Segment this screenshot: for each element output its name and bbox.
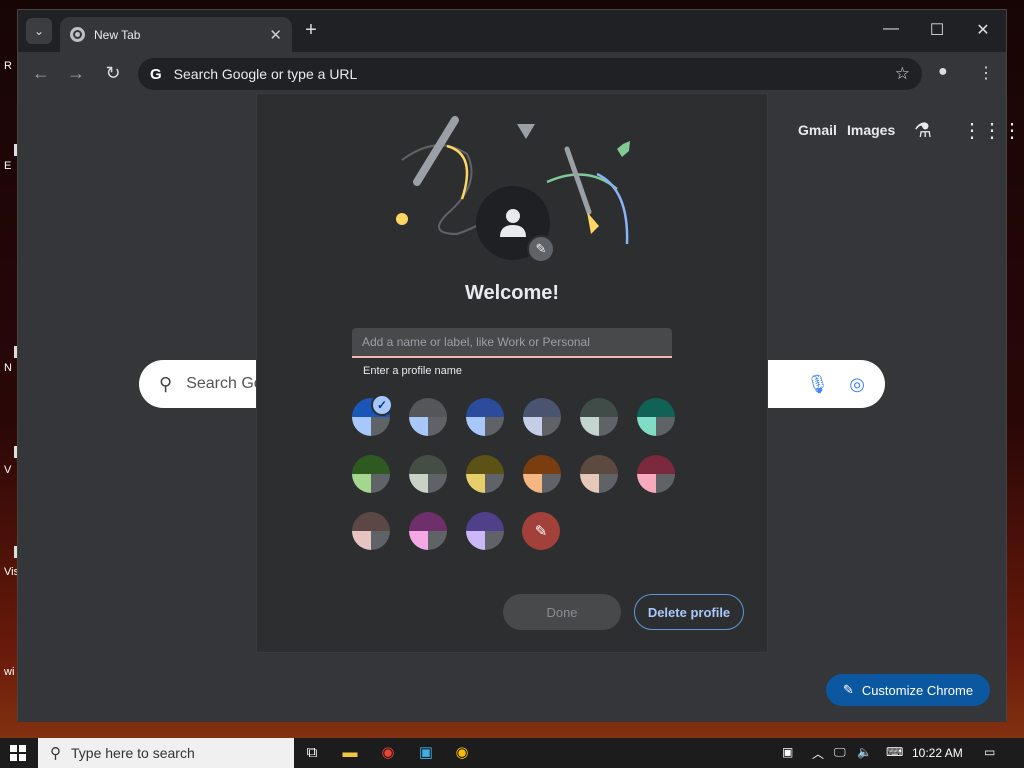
back-button[interactable]: ← <box>30 63 52 84</box>
done-button[interactable]: Done <box>503 594 621 630</box>
taskbar-search-placeholder: Type here to search <box>71 745 195 761</box>
color-swatch[interactable] <box>409 512 447 550</box>
apps-grid-icon[interactable]: ⋮⋮⋮ <box>962 118 1022 143</box>
customize-label: Customize Chrome <box>861 682 974 698</box>
eyedropper-icon: ✎ <box>534 523 548 540</box>
chrome-icon <box>70 27 85 42</box>
images-link[interactable]: Images <box>847 122 895 138</box>
pencil-icon: ✎ <box>535 241 547 256</box>
color-swatch[interactable] <box>409 398 447 436</box>
close-window-button[interactable]: ✕ <box>968 20 998 40</box>
minimize-button[interactable]: — <box>876 20 906 38</box>
color-swatch[interactable] <box>580 455 618 493</box>
profile-icon[interactable]: ● <box>938 63 948 81</box>
color-swatch[interactable] <box>580 398 618 436</box>
notification-icon[interactable]: ▭ <box>984 745 995 759</box>
edit-avatar-button[interactable]: ✎ <box>527 235 555 263</box>
task-view-icon[interactable]: ⧉ <box>302 743 322 763</box>
person-icon <box>500 209 526 237</box>
keyboard-icon[interactable]: ⌨ <box>886 745 903 759</box>
menu-icon[interactable]: ⋮ <box>978 63 994 83</box>
desktop-label: wi <box>4 666 15 678</box>
omnibox-placeholder: Search Google or type a URL <box>173 66 358 82</box>
google-icon: G <box>150 65 162 83</box>
tab-search-button[interactable]: ⌄ <box>26 18 52 44</box>
custom-color-picker-button[interactable]: ✎ <box>522 512 560 550</box>
new-tab-button[interactable]: + <box>300 19 322 42</box>
color-swatch[interactable] <box>352 512 390 550</box>
toolbar: ← → ↻ G Search Google or type a URL ☆ ● … <box>18 52 1006 96</box>
customize-chrome-button[interactable]: ✎ Customize Chrome <box>826 674 990 706</box>
chrome-taskbar-icon[interactable]: ◉ <box>378 743 398 763</box>
app-taskbar-icon[interactable]: ▣ <box>416 743 436 763</box>
pencil-icon: ✎ <box>842 682 854 697</box>
search-icon: ⚲ <box>50 745 61 762</box>
color-swatch[interactable] <box>637 455 675 493</box>
desktop-label: V <box>4 464 12 476</box>
taskbar: ⚲ Type here to search ⧉ ▬ ◉ ▣ ◉ ▣ ︿ 🖵 🔈 … <box>0 738 1024 768</box>
color-swatch[interactable] <box>523 398 561 436</box>
color-swatch[interactable] <box>466 512 504 550</box>
reload-button[interactable]: ↻ <box>102 63 124 84</box>
labs-flask-icon[interactable]: ⚗ <box>914 118 932 143</box>
tab-new-tab[interactable]: New Tab ✕ <box>60 17 292 52</box>
search-icon: ⚲ <box>159 373 173 394</box>
windows-start-icon[interactable] <box>10 745 26 761</box>
color-swatch[interactable] <box>466 398 504 436</box>
delete-profile-button[interactable]: Delete profile <box>634 594 744 630</box>
color-swatch[interactable] <box>352 455 390 493</box>
tab-strip: ⌄ New Tab ✕ + — ☐ ✕ <box>18 10 1006 52</box>
selected-check-icon: ✓ <box>371 394 393 416</box>
ntp-search-placeholder: Search Go <box>186 375 263 392</box>
dialog-title: Welcome! <box>464 282 560 304</box>
tray-app-icon[interactable]: ▣ <box>782 745 793 759</box>
color-swatch[interactable] <box>637 398 675 436</box>
color-swatch[interactable] <box>523 455 561 493</box>
profile-name-helper: Enter a profile name <box>363 365 463 377</box>
profile-setup-dialog: ✎ Welcome! Enter a profile name ✓ ✎ Done… <box>256 93 768 653</box>
forward-button[interactable]: → <box>65 63 87 84</box>
chrome-canary-taskbar-icon[interactable]: ◉ <box>452 743 472 763</box>
omnibox[interactable]: G Search Google or type a URL ☆ <box>138 58 922 90</box>
close-icon[interactable]: ✕ <box>269 26 282 44</box>
chevron-down-icon: ⌄ <box>33 24 45 38</box>
file-explorer-icon[interactable]: ▬ <box>340 743 360 763</box>
maximize-button[interactable]: ☐ <box>922 20 952 40</box>
clock[interactable]: 10:22 AM <box>912 746 963 760</box>
color-swatch[interactable] <box>466 455 504 493</box>
desktop-label: R <box>4 60 12 72</box>
color-swatch[interactable] <box>409 455 447 493</box>
microphone-icon[interactable]: 🎙 <box>806 374 829 395</box>
bookmark-star-icon[interactable]: ☆ <box>895 64 910 84</box>
desktop-label: N <box>4 362 12 374</box>
chevron-up-icon[interactable]: ︿ <box>812 745 824 762</box>
profile-name-input[interactable] <box>352 328 672 358</box>
desktop-label: E <box>4 160 12 172</box>
volume-muted-icon[interactable]: 🔈 <box>857 745 872 759</box>
lens-icon[interactable]: ◎ <box>849 374 865 395</box>
taskbar-search[interactable]: ⚲ Type here to search <box>38 738 294 768</box>
network-icon[interactable]: 🖵 <box>834 745 846 760</box>
gmail-link[interactable]: Gmail <box>798 122 837 138</box>
tab-title: New Tab <box>94 27 141 42</box>
